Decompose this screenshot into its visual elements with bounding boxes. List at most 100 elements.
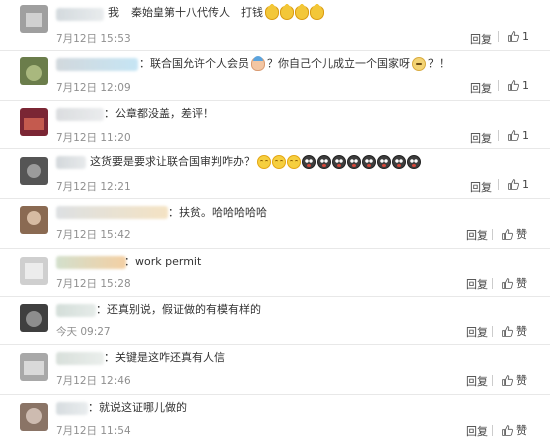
thumbs-up-icon	[508, 31, 519, 42]
avatar-image	[20, 206, 48, 234]
emoji-group	[257, 155, 422, 169]
reply-button[interactable]: 回复	[466, 423, 488, 439]
reply-button[interactable]: 回复	[466, 276, 488, 292]
like-button[interactable]: 1	[498, 129, 529, 142]
comment-item: ：就说这证哪儿做的 7月12日 11:54 回复 赞	[0, 394, 550, 448]
avatar-image	[20, 157, 48, 185]
comment-item: 我 秦始皇第十八代传人 打钱 7月12日 15:53 回复 1	[0, 2, 550, 48]
cat-emoji-icon	[280, 4, 294, 20]
avatar[interactable]	[20, 353, 48, 381]
like-count: 1	[522, 79, 529, 92]
comment-body-continued: ？你自己个儿成立一个国家呀	[267, 57, 410, 70]
username-blurred[interactable]	[56, 58, 138, 71]
comment-list: 我 秦始皇第十八代传人 打钱 7月12日 15:53 回复 1 ：联合国允许个人…	[0, 0, 550, 448]
comment-body: ：就说这证哪儿做的	[88, 401, 187, 414]
username-blurred[interactable]	[56, 402, 88, 415]
avatar-image	[20, 353, 48, 381]
avatar-image	[20, 5, 48, 33]
comment-timestamp: 7月12日 15:53	[56, 33, 131, 45]
comment-body: ：扶贫。哈哈哈哈哈	[168, 206, 267, 219]
divider	[492, 325, 493, 337]
reply-button[interactable]: 回复	[470, 130, 492, 146]
like-button[interactable]: 赞	[492, 323, 527, 339]
doge-emoji-icon	[412, 57, 426, 71]
comment-item: ：还真别说，假证做的有模有样的 今天 09:27 回复 赞	[0, 296, 550, 344]
avatar[interactable]	[20, 304, 48, 332]
reply-button[interactable]: 回复	[466, 324, 488, 340]
divider	[498, 179, 499, 190]
thumbs-up-icon	[502, 325, 513, 337]
username-blurred[interactable]	[56, 206, 168, 219]
cat-emoji-icon	[310, 4, 324, 20]
username-blurred[interactable]	[56, 108, 104, 121]
like-button[interactable]: 赞	[492, 372, 527, 388]
reply-button[interactable]: 回复	[470, 31, 492, 47]
comment-item: ：关键是这咋还真有人信 7月12日 12:46 回复 赞	[0, 344, 550, 394]
divider	[492, 424, 493, 436]
comment-item: ：扶贫。哈哈哈哈哈 7月12日 15:42 回复 赞	[0, 198, 550, 248]
like-label: 赞	[516, 228, 527, 241]
comment-text: 这货要是要求让联合国审判咋办？	[90, 154, 422, 170]
comment-body: ：联合国允许个人会员	[139, 57, 249, 70]
thumbs-up-icon	[508, 80, 519, 91]
reply-button[interactable]: 回复	[466, 373, 488, 389]
like-button[interactable]: 赞	[492, 275, 527, 291]
avatar[interactable]	[20, 57, 48, 85]
like-label: 赞	[516, 374, 527, 387]
cat-emoji-icon	[295, 4, 309, 20]
username-blurred[interactable]	[56, 304, 96, 317]
username-blurred[interactable]	[56, 156, 86, 169]
comment-timestamp: 7月12日 12:46	[56, 375, 131, 387]
comment-text: ：work permit	[124, 254, 201, 270]
username-blurred[interactable]	[56, 256, 126, 269]
laugh-emoji-icon	[287, 155, 301, 169]
reply-button[interactable]: 回复	[470, 80, 492, 96]
comment-timestamp: 7月12日 15:42	[56, 229, 131, 241]
thumbs-up-icon	[508, 179, 519, 190]
avatar-image	[20, 403, 48, 431]
shocked-emoji-icon	[377, 155, 391, 169]
divider	[0, 248, 550, 249]
shocked-emoji-icon	[302, 155, 316, 169]
shocked-emoji-icon	[362, 155, 376, 169]
shocked-emoji-icon	[332, 155, 346, 169]
divider	[0, 198, 550, 199]
like-count: 1	[522, 178, 529, 191]
avatar-image	[20, 57, 48, 85]
thumbs-up-icon	[502, 228, 513, 240]
comment-timestamp: 7月12日 15:28	[56, 278, 131, 290]
reply-button[interactable]: 回复	[466, 227, 488, 243]
avatar[interactable]	[20, 5, 48, 33]
comment-item: ：公章都没盖，差评！ 7月12日 11:20 回复 1	[0, 100, 550, 148]
username-blurred[interactable]	[56, 8, 104, 21]
avatar[interactable]	[20, 157, 48, 185]
comment-text: 我 秦始皇第十八代传人 打钱	[108, 4, 325, 21]
comment-item: ：联合国允许个人会员 ？你自己个儿成立一个国家呀 ？！ 7月12日 12:09 …	[0, 50, 550, 100]
divider	[0, 394, 550, 395]
like-button[interactable]: 赞	[492, 226, 527, 242]
shocked-emoji-icon	[392, 155, 406, 169]
like-button[interactable]: 1	[498, 178, 529, 191]
like-button[interactable]: 1	[498, 79, 529, 92]
avatar[interactable]	[20, 403, 48, 431]
comment-text: ：还真别说，假证做的有模有样的	[96, 302, 261, 318]
reply-button[interactable]: 回复	[470, 179, 492, 195]
like-button[interactable]: 赞	[492, 422, 527, 438]
comment-item: 这货要是要求让联合国审判咋办？ 7月12日 12:21 回复 1	[0, 148, 550, 198]
avatar[interactable]	[20, 257, 48, 285]
divider	[492, 374, 493, 386]
comment-body: 秦始皇第十八代传人 打钱	[131, 6, 263, 19]
comment-timestamp: 今天 09:27	[56, 326, 111, 338]
comment-timestamp: 7月12日 11:54	[56, 425, 131, 437]
cat-emoji-icon	[265, 4, 279, 20]
username-blurred[interactable]	[56, 352, 104, 365]
divider	[498, 80, 499, 91]
thumbs-up-icon	[502, 424, 513, 436]
divider	[0, 100, 550, 101]
avatar[interactable]	[20, 108, 48, 136]
like-count: 1	[522, 129, 529, 142]
like-button[interactable]: 1	[498, 30, 529, 43]
like-label: 赞	[516, 325, 527, 338]
avatar[interactable]	[20, 206, 48, 234]
comment-body: ：work permit	[124, 255, 202, 268]
